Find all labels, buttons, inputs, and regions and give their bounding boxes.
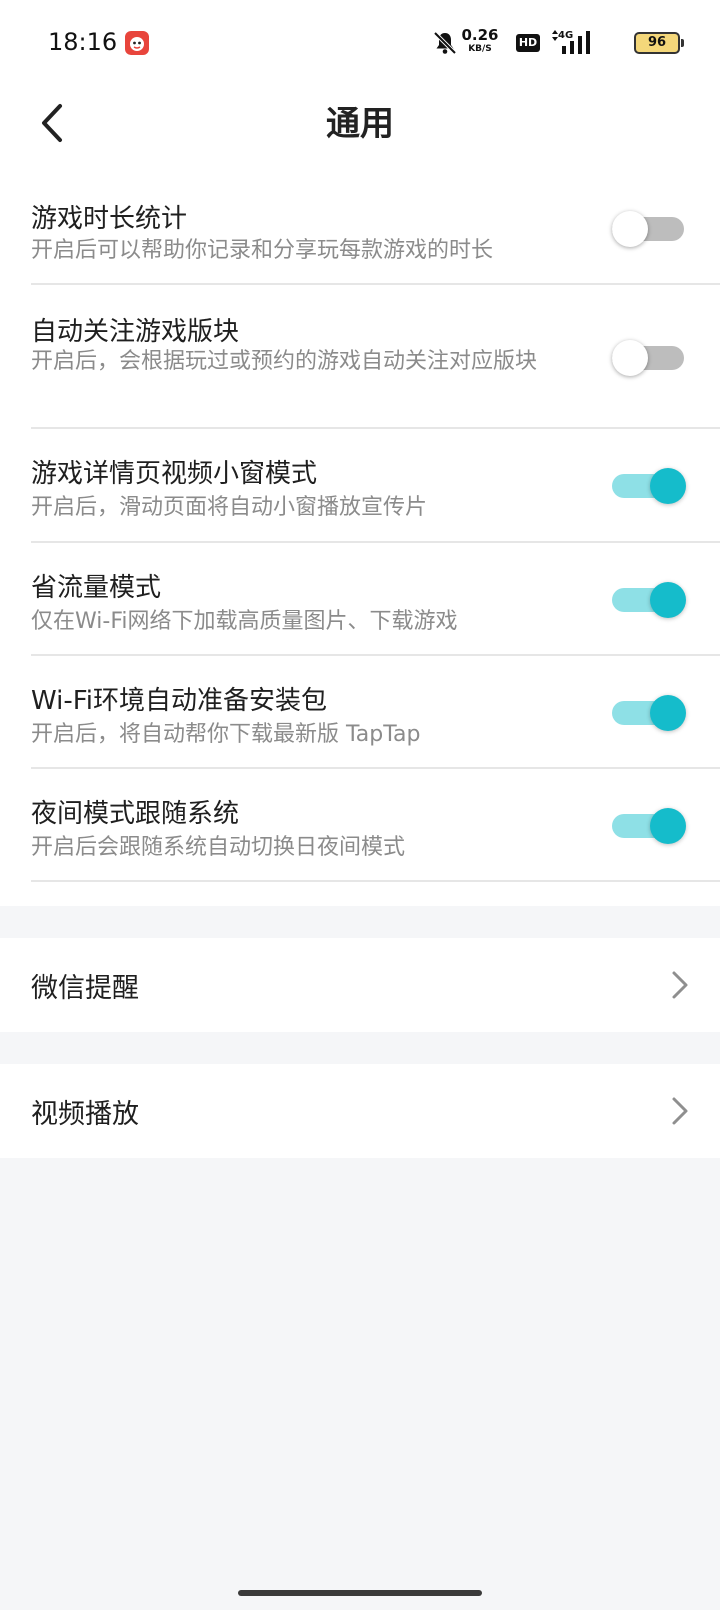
network-type-label: 4G <box>558 30 573 41</box>
chevron-right-icon <box>672 971 688 999</box>
toggle-switch[interactable] <box>612 465 688 507</box>
setting-title: 夜间模式跟随系统 <box>31 799 240 829</box>
setting-row-wifi-auto-download: Wi-Fi环境自动准备安装包 开启后，将自动帮你下载最新版 TapTap <box>0 656 720 769</box>
settings-toggle-group: 游戏时长统计 开启后可以帮助你记录和分享玩每款游戏的时长 自动关注游戏版块 开启… <box>0 186 720 906</box>
status-time: 18:16 <box>48 28 118 56</box>
setting-row-data-saver: 省流量模式 仅在Wi-Fi网络下加载高质量图片、下载游戏 <box>0 543 720 656</box>
network-speed-unit: KB/S <box>468 44 492 54</box>
bell-muted-icon <box>433 31 457 55</box>
toggle-knob <box>650 808 686 844</box>
setting-row-auto-follow-board: 自动关注游戏版块 开启后，会根据玩过或预约的游戏自动关注对应版块 <box>0 285 720 429</box>
setting-subtitle: 开启后，会根据玩过或预约的游戏自动关注对应版块 <box>31 349 538 374</box>
setting-subtitle: 开启后，滑动页面将自动小窗播放宣传片 <box>31 495 428 520</box>
toggle-switch[interactable] <box>612 805 688 847</box>
home-indicator[interactable] <box>238 1590 482 1596</box>
setting-row-night-mode-follow-system: 夜间模式跟随系统 开启后会跟随系统自动切换日夜间模式 <box>0 769 720 883</box>
battery-icon: 96 <box>634 32 684 54</box>
setting-subtitle: 开启后可以帮助你记录和分享玩每款游戏的时长 <box>31 238 494 263</box>
toggle-knob <box>612 211 648 247</box>
divider <box>31 880 720 882</box>
setting-title: 游戏时长统计 <box>31 204 188 234</box>
setting-title: 游戏详情页视频小窗模式 <box>31 459 318 489</box>
hd-badge: HD <box>516 34 540 52</box>
status-right-group: 0.26 KB/S HD 4G 96 <box>390 26 684 60</box>
toggle-knob <box>650 468 686 504</box>
toggle-switch[interactable] <box>612 579 688 621</box>
nav-row-wechat-reminder[interactable]: 微信提醒 <box>0 938 720 1032</box>
setting-subtitle: 开启后，将自动帮你下载最新版 TapTap <box>31 722 421 747</box>
toggle-knob <box>650 695 686 731</box>
setting-row-video-mini-window: 游戏详情页视频小窗模式 开启后，滑动页面将自动小窗播放宣传片 <box>0 429 720 543</box>
chevron-right-icon <box>672 1097 688 1125</box>
nav-label: 微信提醒 <box>31 973 139 1004</box>
toggle-switch[interactable] <box>612 692 688 734</box>
toggle-switch[interactable] <box>612 337 688 379</box>
setting-subtitle: 仅在Wi-Fi网络下加载高质量图片、下载游戏 <box>31 609 458 634</box>
network-speed-value: 0.26 <box>461 26 499 44</box>
app-notification-icon <box>125 31 149 55</box>
toggle-knob <box>612 340 648 376</box>
toggle-knob <box>650 582 686 618</box>
nav-row-video-playback[interactable]: 视频播放 <box>0 1064 720 1158</box>
setting-title: 省流量模式 <box>31 573 162 603</box>
status-bar: 18:16 0.26 KB/S HD 4G 96 <box>0 0 720 86</box>
setting-title: Wi-Fi环境自动准备安装包 <box>31 686 328 716</box>
setting-title: 自动关注游戏版块 <box>31 317 240 347</box>
page-header: 通用 <box>0 86 720 186</box>
network-speed: 0.26 KB/S <box>460 28 500 54</box>
toggle-switch[interactable] <box>612 208 688 250</box>
setting-subtitle: 开启后会跟随系统自动切换日夜间模式 <box>31 835 406 860</box>
nav-label: 视频播放 <box>31 1099 139 1130</box>
setting-row-game-time-stats: 游戏时长统计 开启后可以帮助你记录和分享玩每款游戏的时长 <box>0 186 720 285</box>
page-title: 通用 <box>326 104 394 144</box>
signal-icon: 4G <box>552 30 590 54</box>
